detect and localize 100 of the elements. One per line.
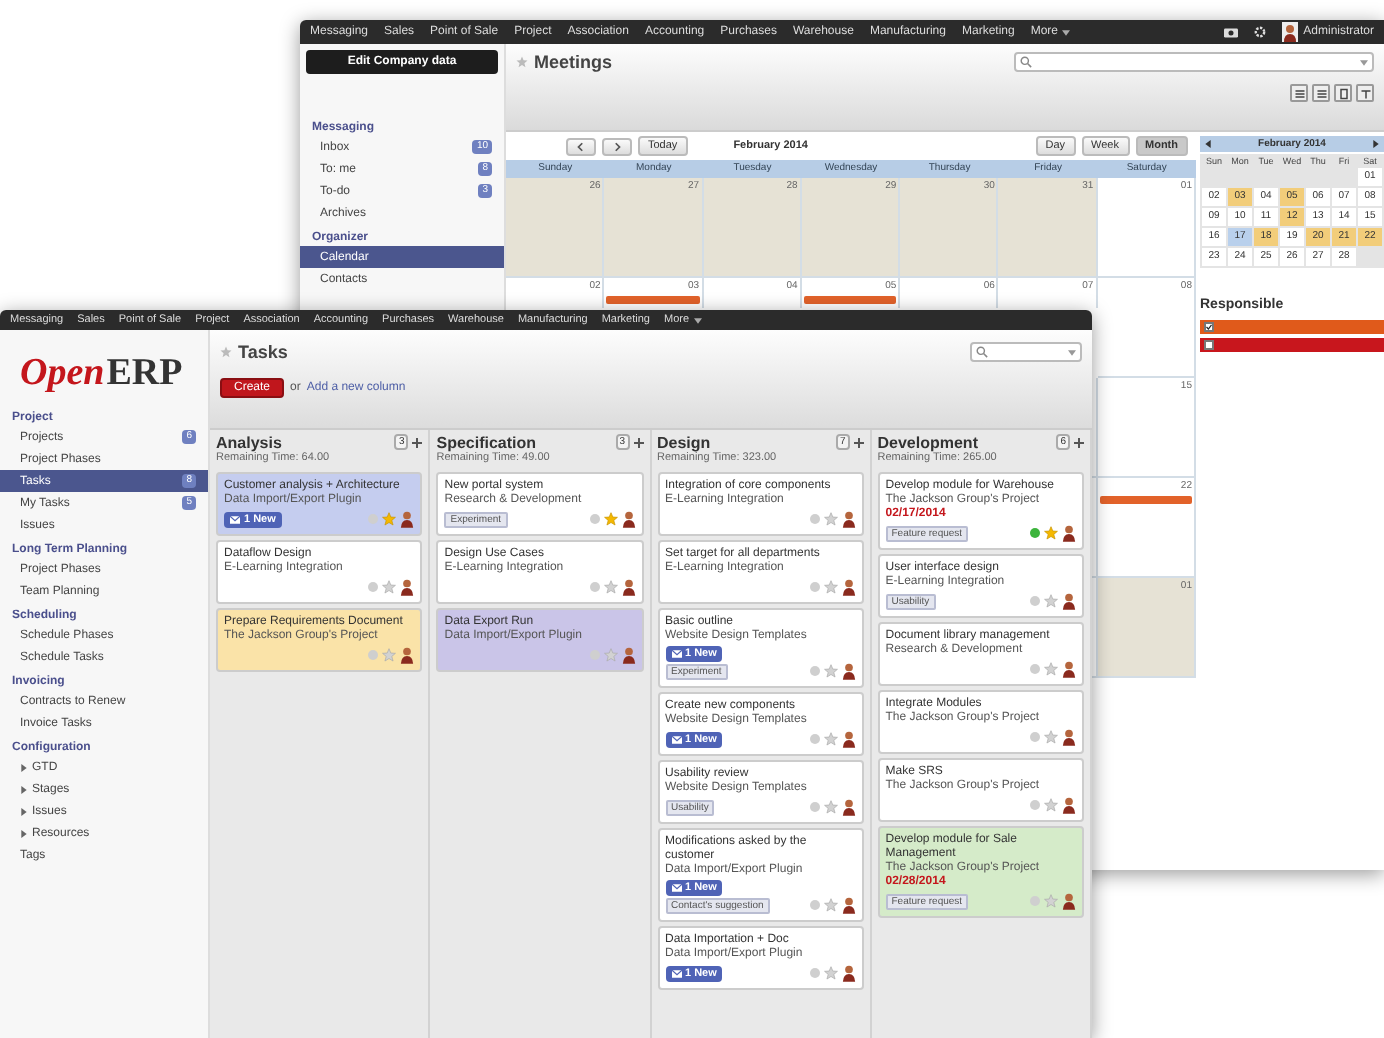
star-icon[interactable] xyxy=(1044,662,1058,676)
star-icon[interactable] xyxy=(1044,594,1058,608)
view-switch-button[interactable] xyxy=(1334,84,1352,102)
caret-icon xyxy=(20,829,28,837)
star-icon[interactable] xyxy=(1044,894,1058,908)
caret-icon xyxy=(20,763,28,771)
page-title: Tasks xyxy=(220,342,288,362)
caret-icon xyxy=(1360,59,1368,65)
user-avatar-icon[interactable] xyxy=(1281,22,1298,42)
checkbox[interactable] xyxy=(1204,340,1214,350)
status-dot[interactable] xyxy=(809,900,820,910)
plus-icon[interactable] xyxy=(1074,437,1084,447)
person-avatar-icon xyxy=(841,730,856,748)
person-avatar-icon xyxy=(1062,892,1076,910)
column-title: Analysis xyxy=(216,434,284,452)
status-dot[interactable] xyxy=(809,802,820,812)
star-icon[interactable] xyxy=(220,346,232,358)
status-dot[interactable] xyxy=(1030,528,1040,538)
status-dot[interactable] xyxy=(1030,596,1040,606)
star-icon[interactable] xyxy=(823,580,838,594)
person-avatar-icon xyxy=(841,662,856,680)
envelope-icon xyxy=(230,516,240,524)
view-switch-button[interactable] xyxy=(1356,84,1374,102)
star-icon[interactable] xyxy=(603,512,617,526)
person-avatar-icon xyxy=(841,964,856,982)
envelope-icon xyxy=(671,736,681,744)
caret-icon xyxy=(693,317,702,323)
person-avatar-icon xyxy=(400,646,415,664)
status-dot[interactable] xyxy=(589,650,599,660)
search-field[interactable] xyxy=(1014,52,1374,72)
status-dot[interactable] xyxy=(1030,732,1040,742)
event-bar[interactable] xyxy=(803,296,897,304)
arrow-icon[interactable] xyxy=(1371,140,1380,148)
plus-icon[interactable] xyxy=(853,437,864,447)
star-icon[interactable] xyxy=(1044,730,1058,744)
person-avatar-icon xyxy=(400,510,415,528)
person-avatar-icon xyxy=(1062,592,1076,610)
person-avatar-icon xyxy=(1062,728,1076,746)
person-avatar-icon xyxy=(400,578,415,596)
star-icon[interactable] xyxy=(1044,798,1058,812)
person-avatar-icon xyxy=(621,510,635,528)
status-dot[interactable] xyxy=(368,650,379,660)
caret-icon xyxy=(20,807,28,815)
view-switch-button[interactable] xyxy=(1290,84,1308,102)
star-icon[interactable] xyxy=(382,580,397,594)
envelope-icon xyxy=(671,970,681,978)
column-title: Specification xyxy=(436,434,539,452)
status-dot[interactable] xyxy=(809,968,820,978)
search-field[interactable] xyxy=(970,342,1082,362)
status-dot[interactable] xyxy=(809,734,820,744)
person-avatar-icon xyxy=(841,798,856,816)
person-avatar-icon xyxy=(841,896,856,914)
status-dot[interactable] xyxy=(1030,664,1040,674)
star-icon[interactable] xyxy=(823,800,838,814)
status-dot[interactable] xyxy=(809,582,820,592)
plus-icon[interactable] xyxy=(412,437,423,447)
status-dot[interactable] xyxy=(368,514,379,524)
star-icon[interactable] xyxy=(823,664,838,678)
status-dot[interactable] xyxy=(589,582,599,592)
person-avatar-icon xyxy=(621,578,635,596)
envelope-icon xyxy=(671,650,681,658)
nav-button[interactable] xyxy=(602,137,632,155)
person-avatar-icon xyxy=(841,578,856,596)
star-icon[interactable] xyxy=(382,512,397,526)
person-avatar-icon xyxy=(841,510,856,528)
status-dot[interactable] xyxy=(809,514,820,524)
star-icon[interactable] xyxy=(823,732,838,746)
camera-icon[interactable] xyxy=(1223,26,1238,38)
star-icon[interactable] xyxy=(603,580,617,594)
nav-button[interactable] xyxy=(566,137,596,155)
search-icon xyxy=(1020,56,1032,68)
star-icon[interactable] xyxy=(1044,526,1058,540)
gear-icon[interactable] xyxy=(1253,26,1266,38)
star-icon[interactable] xyxy=(823,966,838,980)
star-icon[interactable] xyxy=(382,648,397,662)
caret-icon xyxy=(20,785,28,793)
status-dot[interactable] xyxy=(809,666,820,676)
status-dot[interactable] xyxy=(1030,896,1040,906)
person-avatar-icon xyxy=(1062,796,1076,814)
envelope-icon xyxy=(671,884,681,892)
status-dot[interactable] xyxy=(589,514,599,524)
page-title: Meetings xyxy=(516,52,613,72)
search-icon xyxy=(976,346,988,358)
star-icon[interactable] xyxy=(823,898,838,912)
caret-icon xyxy=(1062,29,1070,35)
caret-icon xyxy=(1068,349,1076,355)
star-icon[interactable] xyxy=(823,512,838,526)
status-dot[interactable] xyxy=(368,582,379,592)
column-title: Design xyxy=(657,434,713,452)
checkbox[interactable] xyxy=(1204,322,1214,332)
person-avatar-icon xyxy=(1062,524,1076,542)
star-icon[interactable] xyxy=(603,648,617,662)
plus-icon[interactable] xyxy=(633,437,643,447)
logo: OpenERP xyxy=(18,350,185,398)
person-avatar-icon xyxy=(621,646,635,664)
view-switch-button[interactable] xyxy=(1312,84,1330,102)
person-avatar-icon xyxy=(1062,660,1076,678)
status-dot[interactable] xyxy=(1030,800,1040,810)
arrow-icon[interactable] xyxy=(1204,140,1212,148)
star-icon[interactable] xyxy=(516,56,528,68)
